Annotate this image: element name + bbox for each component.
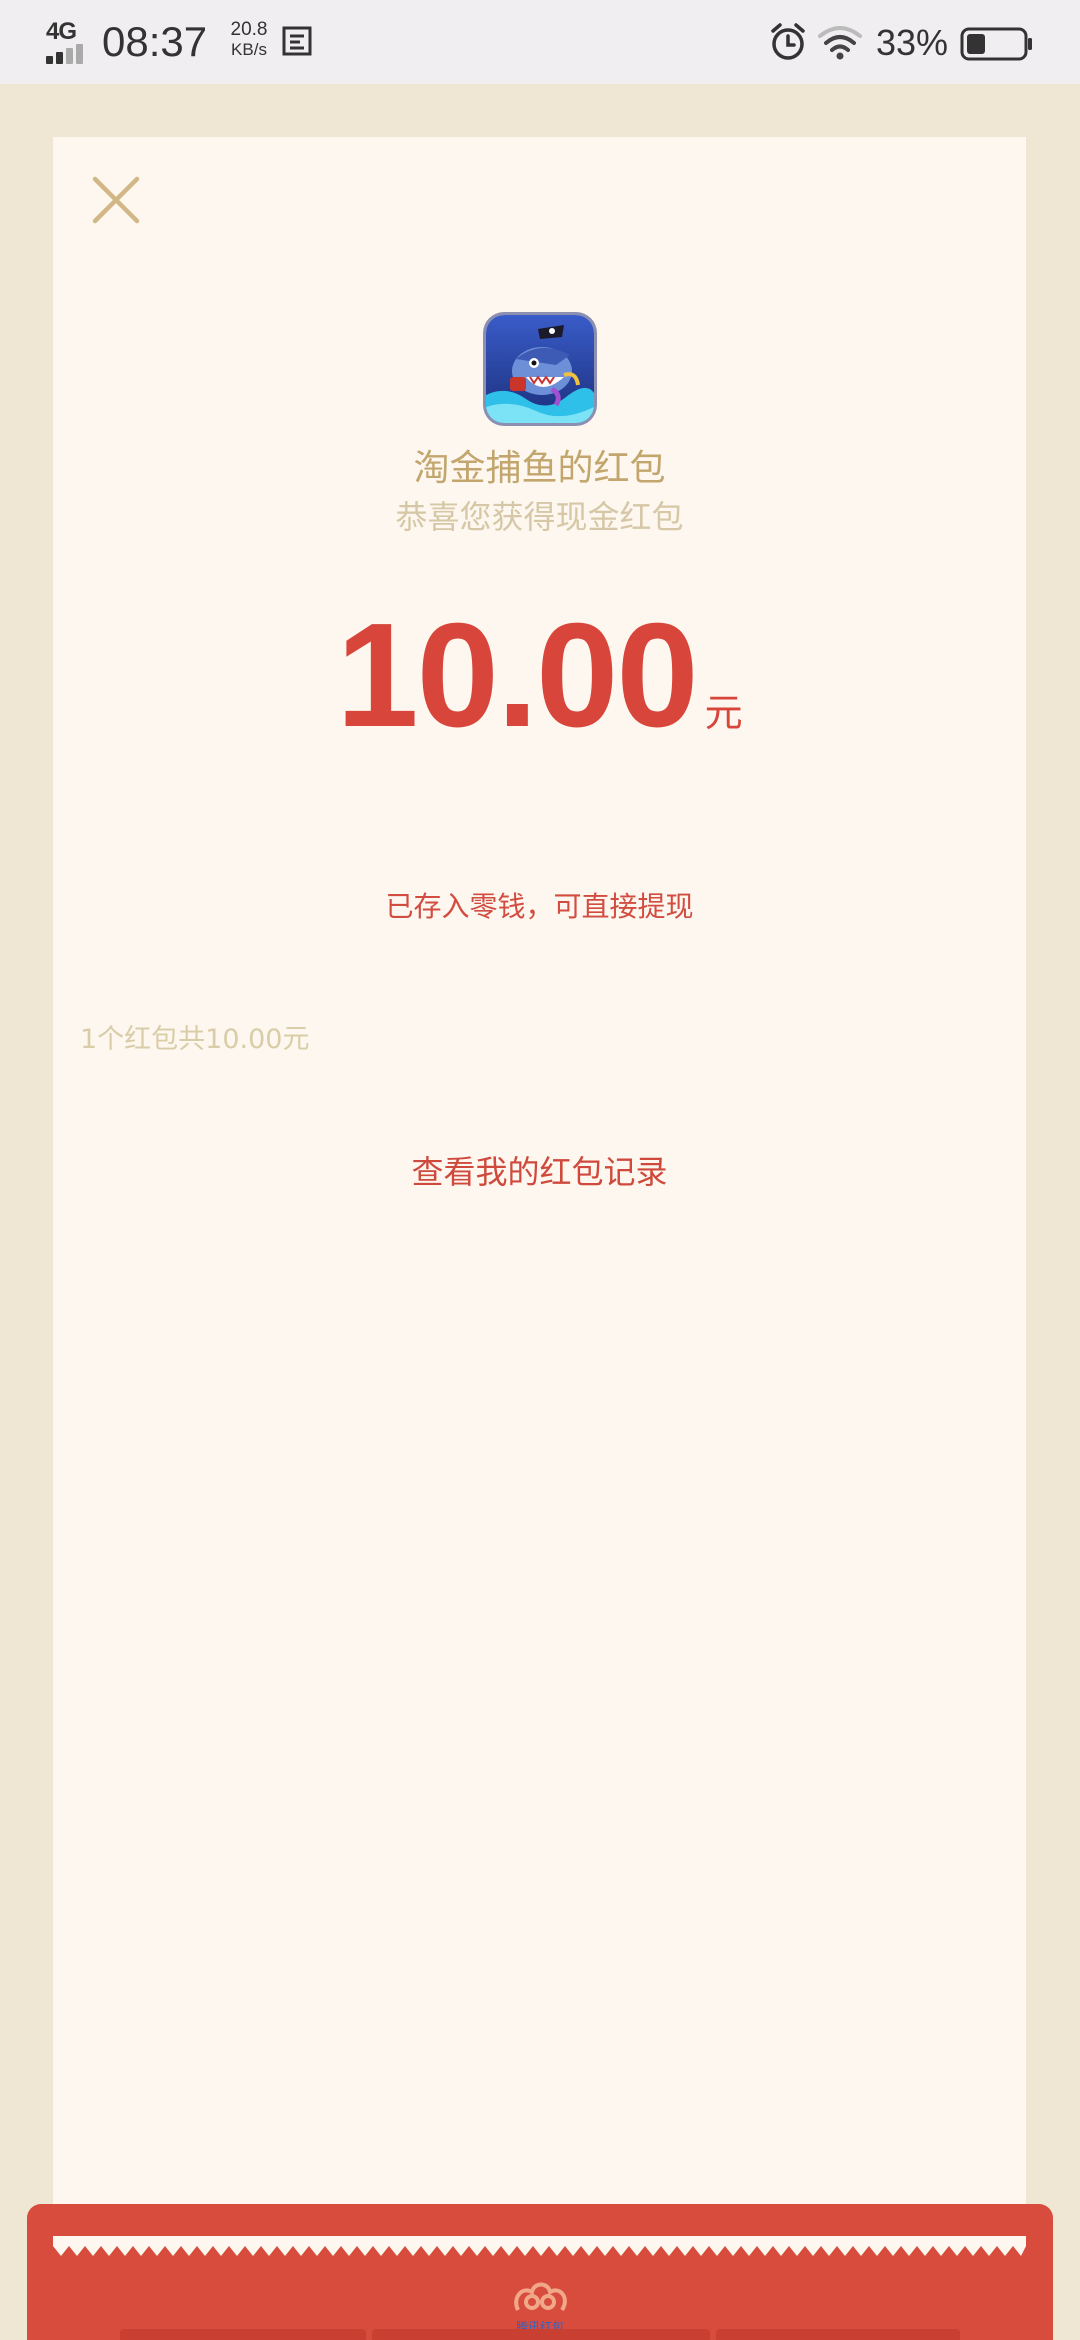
signal-bar	[66, 48, 73, 64]
signal-bar	[46, 56, 53, 64]
battery-percent: 33%	[876, 22, 949, 63]
network-type: 4G	[46, 18, 77, 45]
signal-bars	[46, 44, 90, 64]
envelope-zigzag-edge	[53, 2236, 1026, 2256]
greeting-text: 恭喜您获得现金红包	[395, 498, 684, 536]
network-speed: 20.8 KB/s	[219, 20, 279, 60]
signal-bar	[76, 44, 83, 64]
amount-value: 10.00	[336, 593, 698, 758]
status-time: 08:37	[102, 18, 208, 65]
envelope-tab	[120, 2329, 366, 2340]
packet-summary: 1个红包共10.00元	[80, 1024, 310, 1055]
currency-unit: 元	[704, 691, 743, 735]
alarm-icon	[771, 23, 805, 60]
screenshot-icon	[282, 26, 312, 56]
shark-game-app-icon	[486, 315, 594, 423]
speed-value: 20.8	[230, 19, 268, 40]
envelope-tab	[716, 2329, 960, 2340]
envelope-tab	[372, 2329, 710, 2340]
close-icon[interactable]	[89, 173, 143, 227]
sender-title: 淘金捕鱼的红包	[413, 448, 666, 489]
view-records-link[interactable]: 查看我的红包记录	[53, 1147, 1026, 1193]
speed-unit: KB/s	[231, 40, 267, 59]
battery-icon	[960, 27, 1032, 61]
signal-bar	[56, 52, 63, 64]
amount-display: 10.00 元	[53, 591, 1026, 758]
cloud-emblem-icon	[514, 2282, 567, 2312]
red-packet-card: 淘金捕鱼的红包 恭喜您获得现金红包 10.00 元 已存入零钱，可直接提现 1个红…	[53, 137, 1026, 2247]
status-bar: 4G 08:37 20.8 KB/s 33%	[0, 0, 1080, 84]
wifi-icon	[818, 26, 862, 60]
stored-note[interactable]: 已存入零钱，可直接提现	[53, 885, 1026, 925]
signal-icon: 4G	[44, 18, 94, 66]
status-bar-right: 33%	[750, 16, 1080, 68]
